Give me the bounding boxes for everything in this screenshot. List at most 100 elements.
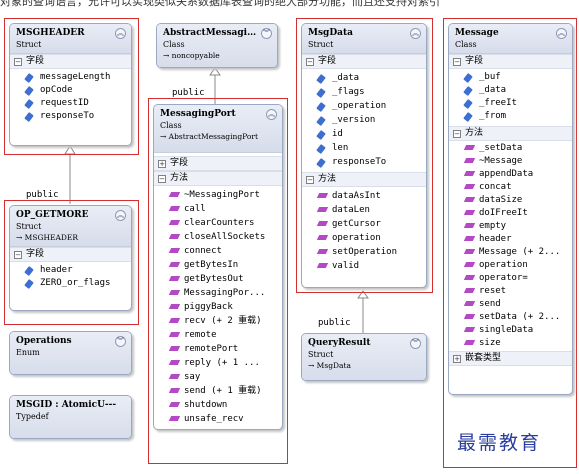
method-item[interactable]: valid xyxy=(302,259,426,273)
method-icon xyxy=(168,290,181,295)
method-item[interactable]: setOperation xyxy=(302,245,426,259)
field-item[interactable]: id xyxy=(302,127,426,141)
class-box-messaging-port[interactable]: MessagingPort Class → AbstractMessagingP… xyxy=(153,104,283,430)
method-item[interactable]: shutdown xyxy=(154,398,282,412)
class-box-abstract-messaging-port[interactable]: AbstractMessagi… Class → noncopyable ︾ xyxy=(156,23,278,68)
class-box-msgid[interactable]: MSGID : AtomicU--- Typedef xyxy=(9,395,132,439)
field-item[interactable]: _data xyxy=(302,71,426,85)
method-icon xyxy=(463,327,476,332)
expand-toggle-icon[interactable]: ︾ xyxy=(410,338,421,349)
expand-toggle-icon[interactable]: ︾ xyxy=(115,336,126,347)
inherit-arrow-icon: → xyxy=(16,233,25,242)
field-item[interactable]: _operation xyxy=(302,99,426,113)
field-item[interactable]: _version xyxy=(302,113,426,127)
collapse-toggle-icon[interactable]: ︽ xyxy=(556,28,567,39)
method-item[interactable]: call xyxy=(154,202,282,216)
method-item[interactable]: closeAllSockets xyxy=(154,230,282,244)
method-item[interactable]: clearCounters xyxy=(154,216,282,230)
collapse-toggle-icon[interactable]: ︽ xyxy=(115,28,126,39)
method-icon xyxy=(316,193,329,198)
method-item[interactable]: remote xyxy=(154,328,282,342)
method-item[interactable]: MessagingPor... xyxy=(154,286,282,300)
method-item[interactable]: size xyxy=(449,337,572,350)
method-item[interactable]: send (+ 1 重载) xyxy=(154,384,282,398)
field-icon xyxy=(463,112,473,122)
method-item[interactable]: operation xyxy=(449,259,572,272)
field-item[interactable]: ZERO_or_flags xyxy=(10,277,131,290)
field-item[interactable]: len xyxy=(302,141,426,155)
field-item[interactable]: header xyxy=(10,264,131,277)
class-stereotype: Enum xyxy=(16,348,40,357)
minus-icon: − xyxy=(158,175,166,183)
field-item[interactable]: _data xyxy=(449,84,572,97)
field-item[interactable]: responseTo xyxy=(302,155,426,169)
class-stereotype: Struct xyxy=(308,40,334,49)
section-header-methods[interactable]: − 方法 xyxy=(154,171,282,186)
expand-toggle-icon[interactable]: ︾ xyxy=(261,28,272,39)
section-header-fields[interactable]: − 字段 xyxy=(302,54,426,69)
class-box-msgdata[interactable]: MsgData Struct ︽ − 字段 _data _flags _operati… xyxy=(301,23,427,288)
class-box-operations[interactable]: Operations Enum ︾ xyxy=(9,331,132,375)
class-base: → AbstractMessagingPort xyxy=(160,132,258,141)
method-item[interactable]: ~MessagingPort xyxy=(154,188,282,202)
method-item[interactable]: say xyxy=(154,370,282,384)
minus-icon: − xyxy=(14,251,22,259)
method-item[interactable]: recv (+ 2 重载) xyxy=(154,314,282,328)
method-icon xyxy=(463,223,476,228)
method-item[interactable]: singleData xyxy=(449,324,572,337)
method-item[interactable]: empty xyxy=(449,220,572,233)
section-header-methods[interactable]: − 方法 xyxy=(449,126,572,141)
collapse-toggle-icon[interactable]: ︽ xyxy=(266,109,277,120)
class-box-query-result[interactable]: QueryResult Struct → MsgData ︾ xyxy=(301,333,427,381)
method-item[interactable]: dataLen xyxy=(302,203,426,217)
class-title: Message xyxy=(455,28,499,38)
class-box-op-getmore[interactable]: OP_GETMORE Struct → MSGHEADER ︽ − 字段 head… xyxy=(9,205,132,311)
method-item[interactable]: dataSize xyxy=(449,194,572,207)
class-box-msgheader[interactable]: MSGHEADER Struct ︽ − 字段 messageLength opC… xyxy=(9,23,132,146)
field-item[interactable]: opCode xyxy=(10,84,131,97)
field-item[interactable]: _flags xyxy=(302,85,426,99)
method-item[interactable]: getCursor xyxy=(302,217,426,231)
method-icon xyxy=(168,346,181,351)
method-item[interactable]: doIFreeIt xyxy=(449,207,572,220)
method-item[interactable]: dataAsInt xyxy=(302,189,426,203)
minus-icon: − xyxy=(14,58,22,66)
method-item[interactable]: header xyxy=(449,233,572,246)
collapse-toggle-icon[interactable]: ︽ xyxy=(115,210,126,221)
section-header-nested-types[interactable]: + 嵌套类型 xyxy=(449,351,572,366)
section-header-fields[interactable]: + 字段 xyxy=(154,156,282,171)
collapse-toggle-icon[interactable]: ︽ xyxy=(410,28,421,39)
method-item[interactable]: concat xyxy=(449,181,572,194)
class-stereotype: Class xyxy=(163,40,185,49)
method-item[interactable]: Message (+ 2... xyxy=(449,246,572,259)
section-header-fields[interactable]: − 字段 xyxy=(10,54,131,69)
relation-label-public: public xyxy=(26,190,59,200)
section-header-methods[interactable]: − 方法 xyxy=(302,172,426,187)
field-item[interactable]: _buf xyxy=(449,71,572,84)
method-item[interactable]: setData (+ 2... xyxy=(449,311,572,324)
method-item[interactable]: getBytesIn xyxy=(154,258,282,272)
method-item[interactable]: reply (+ 1 ... xyxy=(154,356,282,370)
field-item[interactable]: requestID xyxy=(10,97,131,110)
method-item[interactable]: reset xyxy=(449,285,572,298)
method-item[interactable]: getBytesOut xyxy=(154,272,282,286)
field-item[interactable]: _from xyxy=(449,110,572,123)
method-item[interactable]: remotePort xyxy=(154,342,282,356)
method-item[interactable]: piggyBack xyxy=(154,300,282,314)
field-item[interactable]: messageLength xyxy=(10,71,131,84)
field-item[interactable]: responseTo xyxy=(10,110,131,123)
method-item[interactable]: _setData xyxy=(449,142,572,155)
method-item[interactable]: operator= xyxy=(449,272,572,285)
method-item[interactable]: operation xyxy=(302,231,426,245)
class-box-message[interactable]: Message Class ︽ − 字段 _buf _data _freeIt _fro… xyxy=(448,23,573,395)
field-item[interactable]: _freeIt xyxy=(449,97,572,110)
method-item[interactable]: unsafe_recv xyxy=(154,412,282,426)
method-item[interactable]: ~Message xyxy=(449,155,572,168)
method-item[interactable]: send xyxy=(449,298,572,311)
method-item[interactable]: appendData xyxy=(449,168,572,181)
class-stereotype: Typedef xyxy=(16,412,49,421)
section-header-fields[interactable]: − 字段 xyxy=(449,54,572,69)
method-item[interactable]: connect xyxy=(154,244,282,258)
class-base: → MSGHEADER xyxy=(16,233,79,242)
section-header-fields[interactable]: − 字段 xyxy=(10,247,131,262)
